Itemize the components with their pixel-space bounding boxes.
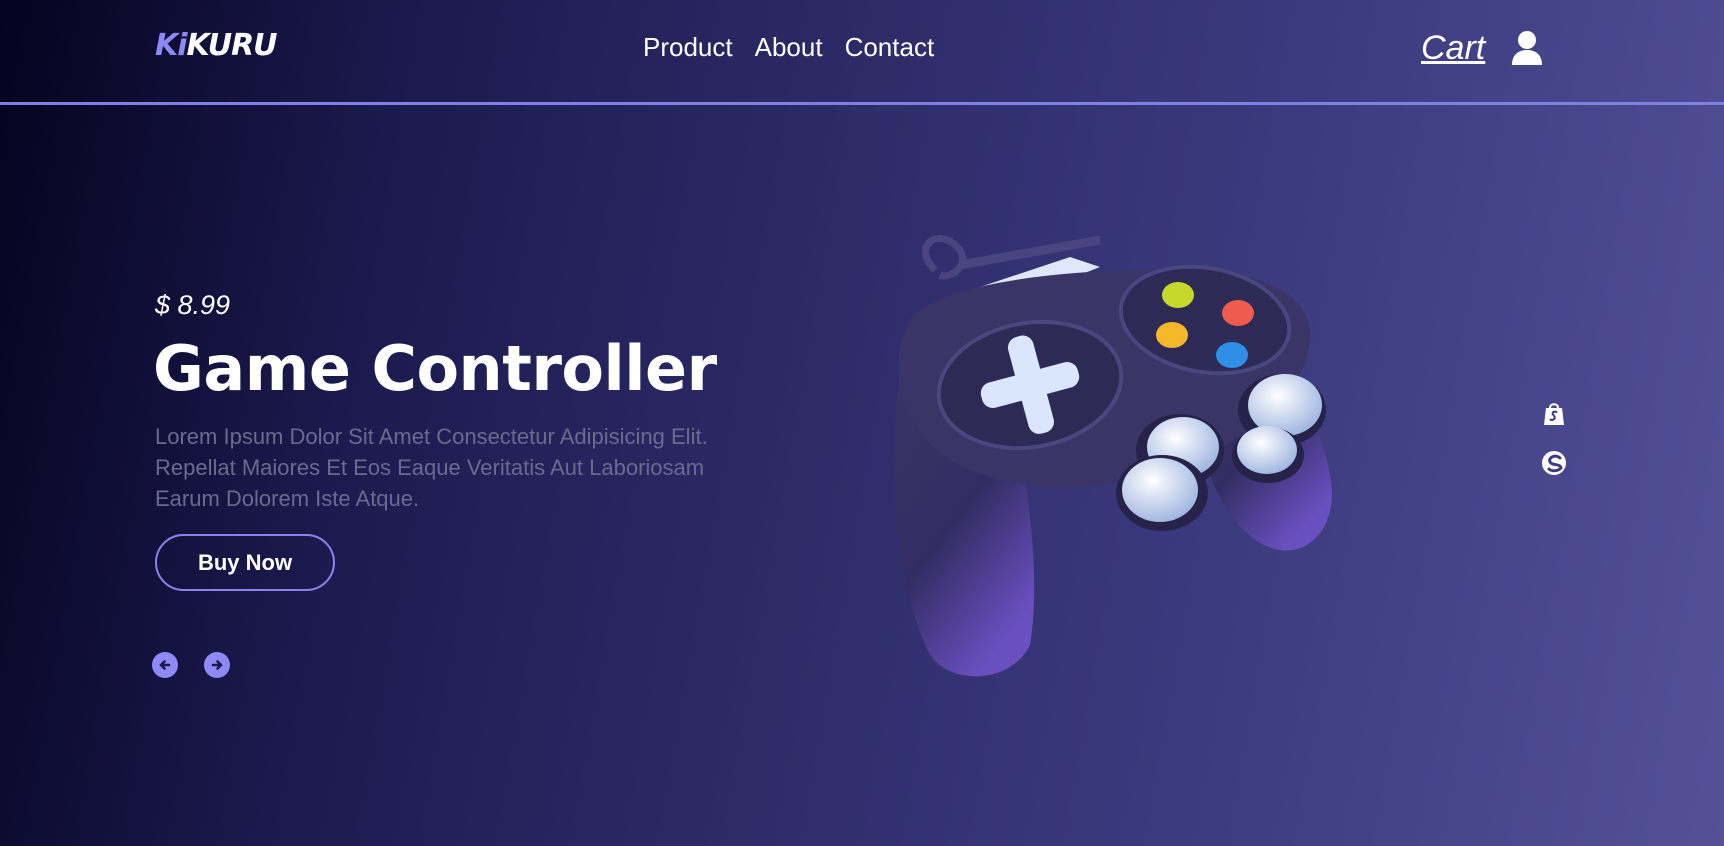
arrow-right-glyph <box>211 660 223 670</box>
arrow-left-circle-icon[interactable] <box>152 652 178 678</box>
arrow-right-circle-icon[interactable] <box>204 652 230 678</box>
user-icon[interactable] <box>1511 30 1543 66</box>
product-price: $ 8.99 <box>155 290 231 320</box>
nav-link-contact[interactable]: Contact <box>845 32 935 63</box>
game-controller-image <box>894 235 1332 677</box>
nav-link-product[interactable]: Product <box>643 32 733 63</box>
product-title: Game Controller <box>153 332 717 405</box>
site-header: KiKURU Product About Contact Cart <box>0 0 1724 105</box>
buy-now-button[interactable]: Buy Now <box>155 534 335 591</box>
swirl-icon[interactable] <box>1540 449 1568 477</box>
arrow-left-glyph <box>159 660 171 670</box>
logo-part-kuru: KURU <box>186 28 278 63</box>
logo-part-ki: Ki <box>155 28 188 63</box>
product-description: Lorem Ipsum Dolor Sit Amet Consectetur A… <box>155 424 708 511</box>
shopify-icon[interactable] <box>1540 399 1568 427</box>
logo[interactable]: KiKURU <box>155 28 278 63</box>
cart-link[interactable]: Cart <box>1421 29 1485 68</box>
nav-link-about[interactable]: About <box>755 32 823 63</box>
main-nav: Product About Contact <box>643 32 934 63</box>
